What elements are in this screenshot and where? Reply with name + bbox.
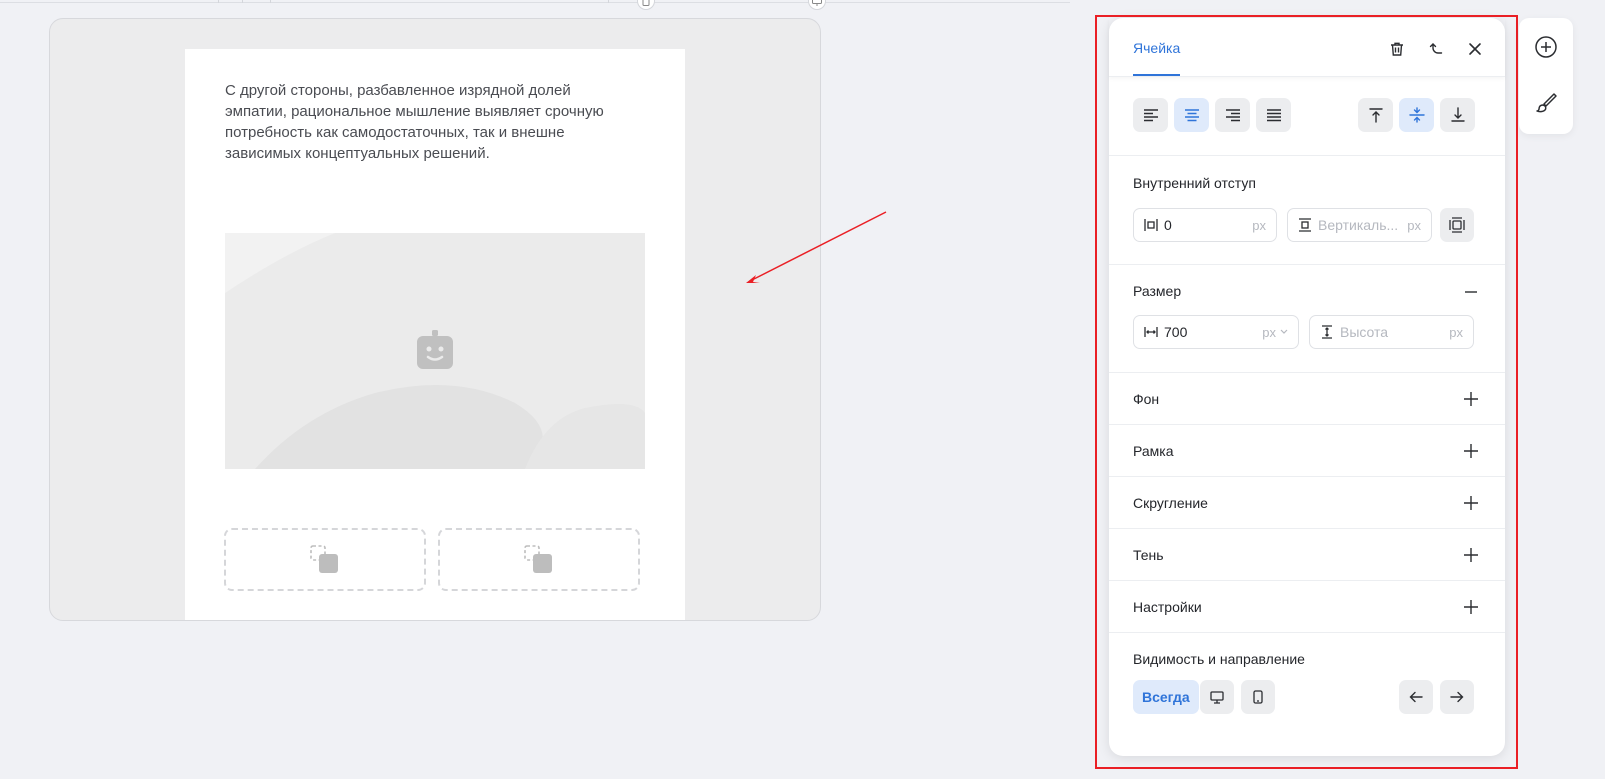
valign-top-icon xyxy=(1368,108,1383,123)
plus-circle-icon xyxy=(1535,36,1557,58)
plus-icon[interactable] xyxy=(1463,599,1479,615)
background-section[interactable]: Фон xyxy=(1109,373,1505,425)
add-block-button[interactable] xyxy=(1533,34,1559,60)
settings-label: Настройки xyxy=(1133,599,1202,615)
valign-top-button[interactable] xyxy=(1358,98,1393,132)
align-right-button[interactable] xyxy=(1215,98,1250,132)
valign-middle-button[interactable] xyxy=(1399,98,1434,132)
width-icon xyxy=(1144,327,1158,337)
plus-icon[interactable] xyxy=(1463,495,1479,511)
direction-ltr-button[interactable] xyxy=(1440,680,1474,714)
vertical-padding-unit: px xyxy=(1407,217,1421,233)
direction-rtl-button[interactable] xyxy=(1399,680,1433,714)
visibility-section: Видимость и направление Всегда xyxy=(1109,633,1505,756)
email-text-block[interactable]: С другой стороны, разбавленное изрядной … xyxy=(225,80,635,164)
visibility-mobile-button[interactable] xyxy=(1241,680,1275,714)
delete-button[interactable] xyxy=(1386,38,1408,60)
chevron-down-icon[interactable] xyxy=(1280,329,1288,335)
plus-icon[interactable] xyxy=(1463,443,1479,459)
vertical-padding-placeholder: Вертикаль... xyxy=(1318,217,1399,233)
arrow-left-icon xyxy=(1409,691,1423,703)
valign-bottom-icon xyxy=(1450,107,1465,122)
empty-block-slot[interactable] xyxy=(224,528,426,591)
style-button[interactable] xyxy=(1533,90,1559,116)
block-placeholder-icon xyxy=(310,544,338,573)
padding-individual-toggle[interactable] xyxy=(1440,208,1474,242)
size-label: Размер xyxy=(1133,283,1182,299)
alignment-section xyxy=(1109,77,1505,156)
align-justify-icon xyxy=(1266,109,1281,122)
width-value: 700 xyxy=(1164,324,1188,340)
annotation-arrow xyxy=(746,211,887,283)
align-center-button[interactable] xyxy=(1174,98,1209,132)
email-body[interactable]: С другой стороны, разбавленное изрядной … xyxy=(185,49,685,620)
desktop-breakpoint-icon[interactable] xyxy=(808,0,826,10)
padding-label: Внутренний отступ xyxy=(1133,175,1256,191)
arrow-right-icon xyxy=(1450,691,1464,703)
settings-section[interactable]: Настройки xyxy=(1109,581,1505,633)
cell-settings-panel: Ячейка Внутренний отступ 0 px Вертикаль.… xyxy=(1109,18,1505,756)
trash-icon xyxy=(1391,42,1403,56)
horizontal-padding-unit: px xyxy=(1252,217,1266,233)
height-unit: px xyxy=(1449,324,1463,340)
horizontal-padding-field[interactable]: 0 px xyxy=(1133,208,1277,242)
visibility-desktop-button[interactable] xyxy=(1200,680,1234,714)
tab-cell[interactable]: Ячейка xyxy=(1133,40,1180,56)
visibility-always-button[interactable]: Всегда xyxy=(1133,680,1199,714)
block-placeholder-icon xyxy=(524,544,552,573)
align-left-icon xyxy=(1143,109,1158,122)
align-right-icon xyxy=(1225,109,1240,122)
plus-icon[interactable] xyxy=(1463,391,1479,407)
padding-section: Внутренний отступ 0 px Вертикаль... px xyxy=(1109,156,1505,265)
border-section[interactable]: Рамка xyxy=(1109,425,1505,477)
top-ruler xyxy=(0,0,1070,3)
image-placeholder[interactable] xyxy=(225,233,645,469)
brush-icon xyxy=(1536,93,1557,113)
vertical-padding-icon xyxy=(1299,218,1311,232)
horizontal-padding-value: 0 xyxy=(1164,217,1172,233)
shadow-label: Тень xyxy=(1133,547,1164,563)
horizontal-padding-icon xyxy=(1144,219,1158,231)
select-parent-button[interactable] xyxy=(1425,38,1447,60)
editor-canvas[interactable]: С другой стороны, разбавленное изрядной … xyxy=(49,18,821,621)
align-center-icon xyxy=(1184,109,1199,122)
valign-bottom-button[interactable] xyxy=(1440,98,1475,132)
mobile-icon xyxy=(1253,690,1263,704)
height-placeholder: Высота xyxy=(1340,324,1389,340)
align-justify-button[interactable] xyxy=(1256,98,1291,132)
valign-middle-icon xyxy=(1408,107,1425,123)
tab-underline xyxy=(1133,74,1180,76)
background-label: Фон xyxy=(1133,391,1160,407)
empty-block-slot[interactable] xyxy=(438,528,640,591)
border-label: Рамка xyxy=(1133,443,1174,459)
radius-label: Скругление xyxy=(1133,495,1208,511)
height-icon xyxy=(1322,325,1332,339)
align-left-button[interactable] xyxy=(1133,98,1168,132)
collapse-size-minus-icon[interactable] xyxy=(1463,284,1479,300)
width-unit[interactable]: px xyxy=(1262,325,1276,340)
width-field[interactable]: 700 px xyxy=(1133,315,1299,349)
plus-icon[interactable] xyxy=(1463,547,1479,563)
robot-icon xyxy=(414,330,456,377)
mobile-breakpoint-icon[interactable] xyxy=(637,0,655,10)
size-section: Размер 700 px Высота px xyxy=(1109,265,1505,373)
vertical-padding-field[interactable]: Вертикаль... px xyxy=(1287,208,1432,242)
side-toolbar xyxy=(1519,18,1573,134)
panel-header: Ячейка xyxy=(1109,18,1505,77)
visibility-label: Видимость и направление xyxy=(1133,651,1305,667)
close-button[interactable] xyxy=(1464,38,1486,60)
level-up-icon xyxy=(1429,43,1443,54)
desktop-icon xyxy=(1210,690,1224,704)
height-field[interactable]: Высота px xyxy=(1309,315,1474,349)
shadow-section[interactable]: Тень xyxy=(1109,529,1505,581)
radius-section[interactable]: Скругление xyxy=(1109,477,1505,529)
padding-sides-icon xyxy=(1449,217,1465,233)
close-icon xyxy=(1469,43,1481,55)
